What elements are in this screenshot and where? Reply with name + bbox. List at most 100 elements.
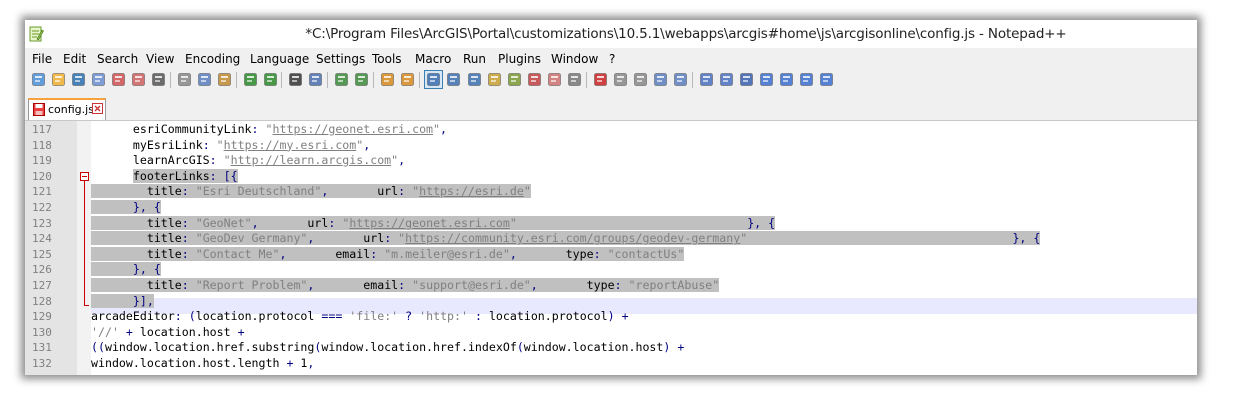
compare-icon[interactable] [698,71,715,88]
find-icon[interactable] [287,71,304,88]
code-line[interactable]: 129 arcadeEditor: (location.protocol === … [25,309,1197,325]
monitoring-icon[interactable] [566,71,583,88]
unsaved-file-icon [33,103,45,116]
line-number: 120 [32,169,52,183]
function-list-icon[interactable] [526,71,543,88]
code-line[interactable]: 118 myEsriLink: "https://my.esri.com", [25,138,1197,154]
cut-icon[interactable] [176,71,193,88]
toolbar-separator [692,72,693,88]
menu-edit[interactable]: Edit [63,52,86,66]
code-text: title: "Contact Me", email: "m.meiler@es… [91,246,685,261]
code-text: learnArcGIS: "http://learn.arcgis.com", [91,153,406,168]
save-macro-icon[interactable] [672,71,689,88]
play-macro-icon[interactable] [632,71,649,88]
code-text: myEsriLink: "https://my.esri.com", [91,137,371,152]
code-line[interactable]: 130 '//' + location.host + [25,325,1197,341]
code-line[interactable]: 131 ((window.location.href.substring(wind… [25,340,1197,356]
code-editor[interactable]: 117 esriCommunityLink: "https://geonet.e… [25,121,1197,375]
user-defined-language-icon[interactable] [486,71,503,88]
code-line[interactable]: 127 title: "Report Problem", email: "sup… [25,278,1197,294]
tab-label: config.js [48,103,94,116]
toolbar-separator [281,72,282,88]
replace-icon[interactable] [307,71,324,88]
code-line[interactable]: 122 }, { [25,200,1197,216]
menu-run[interactable]: Run [463,52,486,66]
code-text: arcadeEditor: (location.protocol === 'fi… [91,309,629,324]
zoom-out-icon[interactable] [353,71,370,88]
code-text: title: "GeoNet", url: "https://geonet.es… [91,215,776,230]
line-number: 126 [32,263,52,277]
line-number: 119 [32,154,52,168]
notepadpp-window: *C:\Program Files\ArcGIS\Portal\customiz… [25,20,1197,375]
code-line[interactable]: 119 learnArcGIS: "http://learn.arcgis.co… [25,153,1197,169]
code-line[interactable]: 124 title: "GeoDev Germany", url: "https… [25,231,1197,247]
code-text: '//' + location.host + [91,324,245,339]
close-icon[interactable] [110,71,127,88]
code-line[interactable]: 126 }, { [25,262,1197,278]
code-line[interactable]: 123 title: "GeoNet", url: "https://geone… [25,215,1197,232]
copy-icon[interactable] [196,71,213,88]
word-wrap-icon[interactable] [424,70,443,89]
code-line[interactable]: 120 footerLinks: [{ [25,168,1197,185]
code-line[interactable]: 117 esriCommunityLink: "https://geonet.e… [25,122,1197,138]
line-number: 121 [32,185,52,199]
line-number: 128 [32,294,52,308]
toolbar-separator [419,72,420,88]
menu-window[interactable]: Window [551,52,598,66]
window-title: *C:\Program Files\ArcGIS\Portal\customiz… [305,26,1067,42]
code-line[interactable]: 121 title: "Esri Deutschland", url: "htt… [25,184,1197,200]
save-icon[interactable] [70,71,87,88]
tab-close-icon[interactable] [92,103,103,114]
print-icon[interactable] [150,71,167,88]
open-file-icon[interactable] [50,71,67,88]
close-all-icon[interactable] [130,71,147,88]
code-line[interactable]: 125 title: "Contact Me", email: "m.meile… [25,246,1197,263]
clear-results-icon[interactable] [718,71,735,88]
code-line[interactable]: 128 }], [25,293,1197,310]
first-icon[interactable] [798,71,815,88]
toolbar-separator [327,72,328,88]
navigate-icon[interactable] [738,71,755,88]
folder-as-workspace-icon[interactable] [546,71,563,88]
menu-macro[interactable]: Macro [415,52,451,66]
menu-encoding[interactable]: Encoding [185,52,240,66]
run-macro-multiple-icon[interactable] [652,71,669,88]
line-number: 127 [32,279,52,292]
menu-search[interactable]: Search [97,52,138,66]
menu-view[interactable]: View [146,52,174,66]
toolbar-separator [373,72,374,88]
document-map-icon[interactable] [506,71,523,88]
stop-macro-icon[interactable] [612,71,629,88]
up-icon[interactable] [758,71,775,88]
line-number: 123 [32,216,52,230]
undo-icon[interactable] [242,71,259,88]
save-all-icon[interactable] [90,71,107,88]
settings-icon[interactable] [818,71,835,88]
sync-horizontal-icon[interactable] [399,71,416,88]
menu-settings[interactable]: Settings [316,52,365,66]
zoom-in-icon[interactable] [333,71,350,88]
code-line[interactable]: 132 window.location.host.length + 1, [25,356,1197,372]
menu-plugins[interactable]: Plugins [498,52,541,66]
paste-icon[interactable] [216,71,233,88]
tab-config-js[interactable]: config.js [28,98,106,120]
code-text: esriCommunityLink: "https://geonet.esri.… [91,122,448,136]
code-text: title: "Report Problem", email: "support… [91,278,720,292]
menu-tools[interactable]: Tools [372,52,402,66]
menu-file[interactable]: File [32,52,52,66]
new-file-icon[interactable] [30,71,47,88]
menu-help[interactable]: ? [609,52,615,66]
menu-bar: File Edit Search View Encoding Language … [25,50,1197,68]
record-macro-icon[interactable] [592,71,609,88]
tab-bar: config.js [25,96,1197,121]
show-all-characters-icon[interactable] [445,71,462,88]
line-number: 122 [32,201,52,214]
toolbar [25,68,1197,92]
redo-icon[interactable] [262,71,279,88]
menu-language[interactable]: Language [250,52,309,66]
indent-guide-icon[interactable] [466,71,483,88]
line-number: 130 [32,325,52,339]
code-text: title: "Esri Deutschland", url: "https:/… [91,184,531,199]
sync-vertical-icon[interactable] [379,71,396,88]
down-icon[interactable] [778,71,795,88]
